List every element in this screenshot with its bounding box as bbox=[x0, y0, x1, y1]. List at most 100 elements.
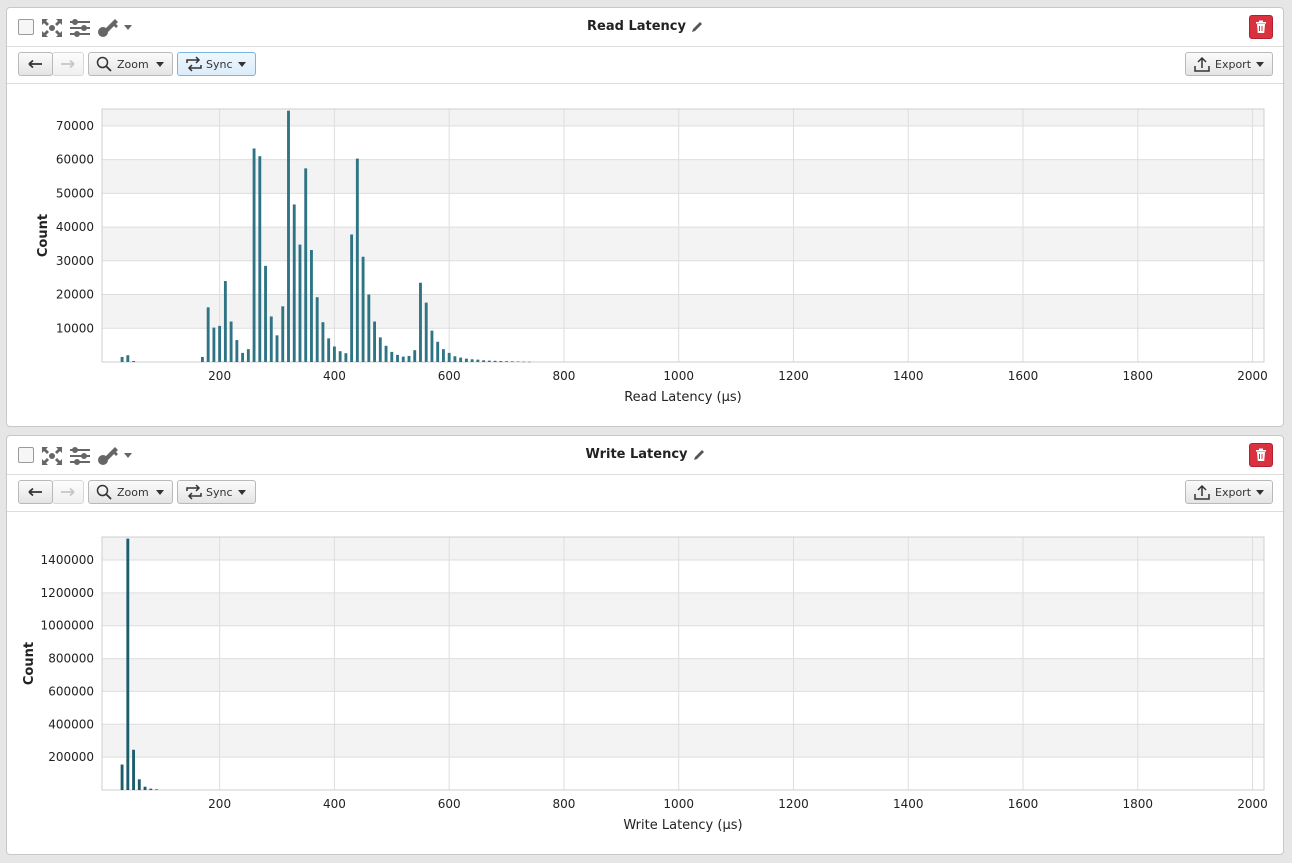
histogram-bar[interactable] bbox=[361, 256, 365, 362]
histogram-bar[interactable] bbox=[510, 361, 514, 362]
grid-band bbox=[102, 592, 1264, 626]
histogram-bar[interactable] bbox=[453, 356, 457, 362]
histogram-bar[interactable] bbox=[229, 321, 233, 362]
histogram-bar[interactable] bbox=[338, 351, 342, 362]
y-tick-label: 30000 bbox=[56, 254, 94, 268]
histogram-bar[interactable] bbox=[264, 265, 267, 362]
histogram-bar[interactable] bbox=[275, 335, 279, 362]
histogram-bar[interactable] bbox=[287, 110, 290, 362]
histogram-bar[interactable] bbox=[482, 360, 486, 362]
histogram-bar[interactable] bbox=[327, 338, 331, 362]
histogram-bar[interactable] bbox=[304, 168, 308, 362]
histogram-bar[interactable] bbox=[401, 356, 405, 362]
histogram-bar[interactable] bbox=[390, 351, 394, 362]
x-tick-label: 1800 bbox=[1122, 797, 1153, 811]
x-tick-label: 800 bbox=[552, 797, 575, 811]
histogram-bar[interactable] bbox=[321, 322, 325, 362]
y-tick-label: 400000 bbox=[48, 717, 94, 731]
x-tick-label: 1600 bbox=[1008, 797, 1039, 811]
x-tick-label: 600 bbox=[438, 797, 461, 811]
y-tick-label: 60000 bbox=[56, 153, 94, 167]
histogram-bar[interactable] bbox=[378, 337, 382, 362]
histogram-bar[interactable] bbox=[528, 361, 531, 363]
histogram-bar[interactable] bbox=[218, 325, 222, 362]
grid-band bbox=[102, 227, 1264, 261]
histogram-bar[interactable] bbox=[522, 361, 526, 363]
histogram-bar[interactable] bbox=[367, 294, 371, 362]
histogram-bar[interactable] bbox=[126, 538, 130, 790]
histogram-bar[interactable] bbox=[137, 779, 141, 790]
histogram-bar[interactable] bbox=[132, 749, 135, 790]
x-tick-label: 800 bbox=[552, 369, 575, 383]
x-tick-label: 1400 bbox=[893, 797, 924, 811]
histogram-bar[interactable] bbox=[430, 330, 434, 362]
histogram-bar[interactable] bbox=[120, 356, 124, 362]
histogram-bar[interactable] bbox=[223, 281, 227, 362]
histogram-bar[interactable] bbox=[332, 346, 336, 362]
histogram-bar[interactable] bbox=[476, 359, 480, 362]
histogram-bar[interactable] bbox=[310, 250, 313, 362]
y-tick-label: 1200000 bbox=[41, 586, 94, 600]
histogram-bar[interactable] bbox=[373, 321, 377, 362]
histogram-bar[interactable] bbox=[424, 302, 428, 362]
grid-band bbox=[102, 658, 1264, 692]
y-tick-label: 800000 bbox=[48, 652, 94, 666]
x-tick-label: 1600 bbox=[1008, 369, 1039, 383]
histogram-bar[interactable] bbox=[459, 357, 463, 362]
histogram-bar[interactable] bbox=[292, 204, 296, 362]
histogram-bar[interactable] bbox=[132, 360, 135, 362]
write-latency-histogram: 200000 400000 600000 800000 1000000 1200000 14… bbox=[22, 536, 1268, 833]
histogram-bar[interactable] bbox=[447, 352, 451, 362]
histogram-bar[interactable] bbox=[281, 306, 285, 362]
histogram-bar[interactable] bbox=[252, 148, 256, 362]
histogram-bar[interactable] bbox=[200, 356, 204, 362]
y-tick-label: 40000 bbox=[56, 220, 94, 234]
histogram-bar[interactable] bbox=[464, 358, 468, 362]
histogram-bar[interactable] bbox=[355, 158, 359, 362]
histogram-bar[interactable] bbox=[470, 359, 474, 362]
histogram-bar[interactable] bbox=[120, 764, 124, 790]
histogram-bar[interactable] bbox=[212, 327, 216, 362]
histogram-bar[interactable] bbox=[350, 234, 354, 362]
x-tick-label: 2000 bbox=[1237, 369, 1268, 383]
x-tick-label: 200 bbox=[208, 797, 231, 811]
histogram-bar[interactable] bbox=[149, 788, 153, 790]
x-tick-label: 1200 bbox=[778, 797, 809, 811]
histogram-bar[interactable] bbox=[407, 355, 411, 362]
histogram-bar[interactable] bbox=[396, 354, 399, 362]
y-tick-label: 20000 bbox=[56, 288, 94, 302]
histogram-bar[interactable] bbox=[516, 361, 520, 362]
histogram-bar[interactable] bbox=[126, 355, 130, 362]
histogram-bar[interactable] bbox=[413, 350, 417, 362]
histogram-bar[interactable] bbox=[441, 349, 445, 362]
histogram-bar[interactable] bbox=[315, 297, 319, 362]
grid-band bbox=[102, 109, 1264, 126]
x-tick-label: 1000 bbox=[663, 797, 694, 811]
histogram-bar[interactable] bbox=[269, 316, 273, 362]
histogram-bar[interactable] bbox=[298, 244, 302, 362]
x-tick-label: 2000 bbox=[1237, 797, 1268, 811]
histogram-bar[interactable] bbox=[344, 353, 348, 362]
histogram-bar[interactable] bbox=[241, 352, 245, 362]
histogram-bar[interactable] bbox=[155, 789, 158, 790]
grid-band bbox=[102, 724, 1264, 758]
y-tick-label: 1400000 bbox=[41, 553, 94, 567]
histogram-bar[interactable] bbox=[505, 361, 508, 362]
x-tick-label: 1800 bbox=[1122, 369, 1153, 383]
grid-band bbox=[102, 159, 1264, 194]
histogram-bar[interactable] bbox=[235, 340, 239, 362]
histogram-bar[interactable] bbox=[436, 341, 440, 362]
histogram-bar[interactable] bbox=[487, 360, 491, 362]
y-tick-label: 200000 bbox=[48, 750, 94, 764]
histogram-bar[interactable] bbox=[493, 360, 497, 362]
histogram-bar[interactable] bbox=[258, 156, 262, 362]
histogram-bar[interactable] bbox=[246, 349, 250, 362]
histogram-bar[interactable] bbox=[143, 786, 147, 790]
y-axis-label: Count bbox=[22, 642, 37, 685]
histogram-bar[interactable] bbox=[384, 345, 388, 362]
x-tick-label: 600 bbox=[438, 369, 461, 383]
histogram-bar[interactable] bbox=[206, 307, 210, 362]
grid-band bbox=[102, 294, 1264, 329]
histogram-bar[interactable] bbox=[419, 282, 422, 362]
histogram-bar[interactable] bbox=[499, 360, 503, 362]
